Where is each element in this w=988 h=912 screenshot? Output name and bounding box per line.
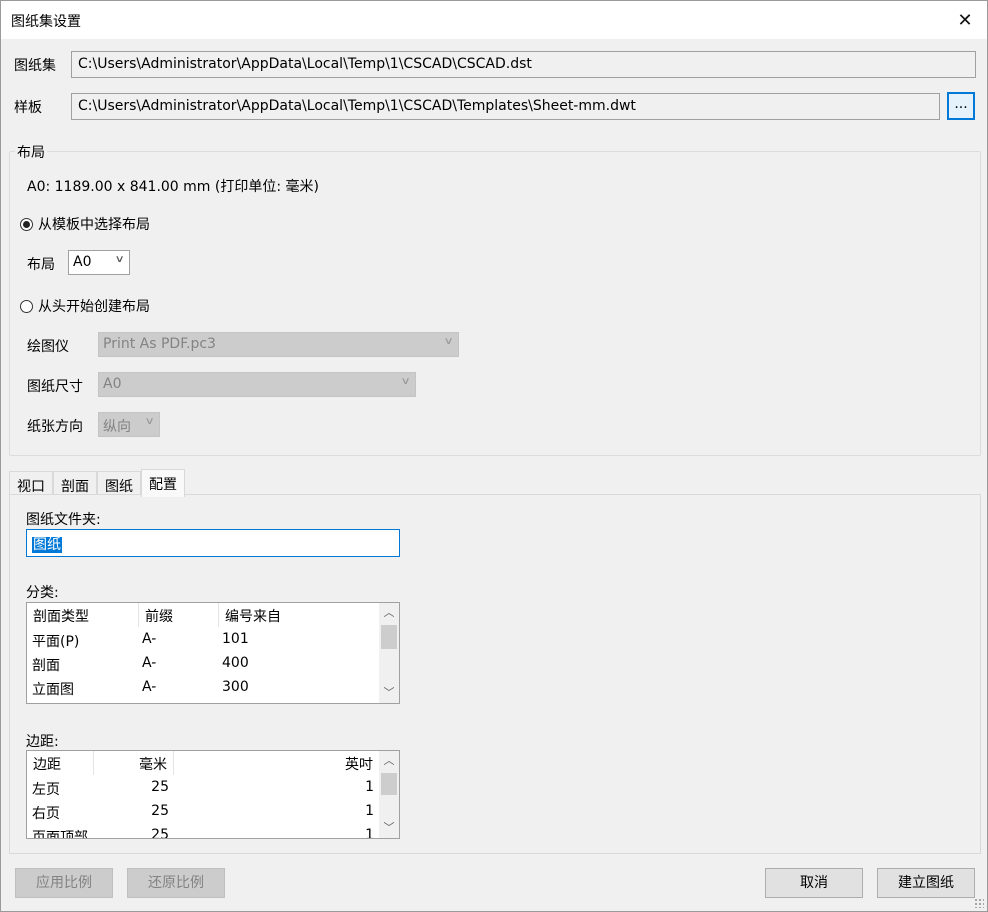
radio-from-template-label: 从模板中选择布局 bbox=[38, 217, 150, 233]
tab-config[interactable]: 配置 bbox=[141, 469, 185, 497]
layout-info-text: A0: 1189.00 x 841.00 mm (打印单位: 毫米) bbox=[27, 179, 319, 195]
chevron-down-icon: ∨ bbox=[144, 416, 155, 427]
apply-scale-button[interactable]: 应用比例 bbox=[15, 868, 113, 898]
sheet-folder-input-value: 图纸 bbox=[32, 537, 62, 553]
table-cell: 右页 bbox=[32, 806, 60, 822]
close-button[interactable]: ✕ bbox=[943, 1, 987, 39]
orientation-select[interactable]: 纵向 ∨ bbox=[98, 412, 160, 437]
sheet-set-label: 图纸集 bbox=[14, 58, 56, 74]
paper-size-select[interactable]: A0 ∨ bbox=[98, 372, 416, 397]
browse-template-button[interactable]: ... bbox=[947, 92, 975, 120]
orientation-select-value: 纵向 bbox=[103, 419, 131, 435]
table-row[interactable]: 平面(P) A- 101 bbox=[27, 628, 317, 652]
table-cell: 左页 bbox=[32, 782, 60, 798]
plotter-label: 绘图仪 bbox=[27, 339, 69, 355]
layout-select[interactable]: A0 ∨ bbox=[68, 250, 130, 275]
margin-list-header: 边距 毫米 英吋 bbox=[27, 751, 379, 775]
resize-grip-icon[interactable] bbox=[974, 898, 984, 908]
chevron-down-icon: ∨ bbox=[400, 376, 411, 387]
plotter-select-value: Print As PDF.pc3 bbox=[103, 336, 216, 352]
dialog-title: 图纸集设置 bbox=[11, 14, 81, 30]
restore-scale-button[interactable]: 还原比例 bbox=[127, 868, 225, 898]
tab-strip: 视口 剖面 图纸 配置 bbox=[9, 469, 185, 497]
category-label: 分类: bbox=[26, 585, 59, 601]
table-cell: 平面(P) bbox=[32, 634, 80, 650]
chevron-down-icon: ∨ bbox=[443, 336, 454, 347]
title-bar: 图纸集设置 ✕ bbox=[1, 1, 987, 39]
table-cell: 立面图 bbox=[32, 682, 74, 698]
table-cell: 25 bbox=[151, 803, 169, 819]
paper-size-label: 图纸尺寸 bbox=[27, 379, 83, 395]
column-header-margin[interactable]: 边距 bbox=[27, 751, 94, 775]
template-label: 样板 bbox=[14, 100, 42, 116]
radio-indicator-from-scratch[interactable] bbox=[20, 299, 33, 313]
table-row[interactable]: 立面图 A- 300 bbox=[27, 676, 317, 700]
config-tab-panel: 图纸文件夹: 图纸 分类: 剖面类型 前缀 编号来自 平面(P) A- 101 … bbox=[9, 494, 981, 854]
table-cell: 25 bbox=[151, 779, 169, 795]
orientation-label: 纸张方向 bbox=[27, 419, 83, 435]
layout-group bbox=[9, 151, 981, 456]
create-sheet-button[interactable]: 建立图纸 bbox=[877, 868, 975, 898]
layout-select-label: 布局 bbox=[27, 257, 55, 273]
layout-group-legend: 布局 bbox=[15, 142, 47, 162]
table-row[interactable]: 剖面 A- 400 bbox=[27, 652, 317, 676]
paper-size-select-value: A0 bbox=[103, 376, 122, 392]
table-cell: A- bbox=[142, 631, 157, 647]
table-cell: 400 bbox=[222, 655, 249, 671]
table-cell: 101 bbox=[222, 631, 249, 647]
column-header-section-type[interactable]: 剖面类型 bbox=[27, 603, 139, 627]
category-list-scrollbar[interactable]: ︿ ﹀ bbox=[379, 603, 399, 703]
table-cell: 25 bbox=[151, 827, 169, 839]
template-path-field[interactable]: C:\Users\Administrator\AppData\Local\Tem… bbox=[71, 93, 940, 120]
category-list[interactable]: 剖面类型 前缀 编号来自 平面(P) A- 101 剖面 A- 400 立面图 … bbox=[26, 602, 400, 704]
table-cell: 剖面 bbox=[32, 658, 60, 674]
scrollbar-thumb[interactable] bbox=[381, 773, 397, 795]
radio-from-scratch-label: 从头开始创建布局 bbox=[38, 299, 150, 315]
sheet-set-path-field[interactable]: C:\Users\Administrator\AppData\Local\Tem… bbox=[71, 51, 976, 78]
chevron-down-icon[interactable]: ﹀ bbox=[379, 818, 399, 838]
radio-from-template[interactable]: 从模板中选择布局 bbox=[20, 214, 150, 234]
column-header-mm[interactable]: 毫米 bbox=[94, 751, 174, 775]
column-header-prefix[interactable]: 前缀 bbox=[139, 603, 219, 627]
sheet-set-settings-dialog: 图纸集设置 ✕ 图纸集 C:\Users\Administrator\AppDa… bbox=[0, 0, 988, 912]
plotter-select[interactable]: Print As PDF.pc3 ∨ bbox=[98, 332, 459, 357]
table-row[interactable]: 页面顶部 25 1 bbox=[27, 824, 379, 839]
layout-select-value: A0 bbox=[73, 254, 92, 270]
close-icon: ✕ bbox=[957, 9, 973, 31]
column-header-number-from[interactable]: 编号来自 bbox=[219, 603, 379, 627]
sheet-folder-label: 图纸文件夹: bbox=[26, 512, 101, 528]
sheet-folder-input[interactable]: 图纸 bbox=[26, 529, 400, 557]
table-cell: 1 bbox=[365, 827, 374, 839]
cancel-button[interactable]: 取消 bbox=[765, 868, 863, 898]
scrollbar-thumb[interactable] bbox=[381, 625, 397, 649]
table-cell: 300 bbox=[222, 679, 249, 695]
table-cell: 页面顶部 bbox=[32, 830, 88, 839]
table-cell: A- bbox=[142, 679, 157, 695]
table-cell: 1 bbox=[365, 779, 374, 795]
radio-from-scratch[interactable]: 从头开始创建布局 bbox=[20, 296, 150, 316]
table-row[interactable]: 右页 25 1 bbox=[27, 800, 379, 824]
margin-label: 边距: bbox=[26, 734, 59, 750]
margin-list-scrollbar[interactable]: ︿ ﹀ bbox=[379, 751, 399, 838]
column-header-inch[interactable]: 英吋 bbox=[174, 751, 379, 775]
table-cell: A- bbox=[142, 655, 157, 671]
category-list-header: 剖面类型 前缀 编号来自 bbox=[27, 603, 379, 627]
chevron-down-icon[interactable]: ﹀ bbox=[379, 683, 399, 703]
margin-list[interactable]: 边距 毫米 英吋 左页 25 1 右页 25 1 页面顶部 25 1 ︿ ﹀ bbox=[26, 750, 400, 839]
radio-indicator-from-template[interactable] bbox=[20, 217, 33, 231]
table-cell: 1 bbox=[365, 803, 374, 819]
chevron-down-icon: ∨ bbox=[114, 254, 125, 265]
chevron-up-icon[interactable]: ︿ bbox=[379, 751, 399, 771]
table-row[interactable]: 左页 25 1 bbox=[27, 776, 379, 800]
chevron-up-icon[interactable]: ︿ bbox=[379, 603, 399, 623]
